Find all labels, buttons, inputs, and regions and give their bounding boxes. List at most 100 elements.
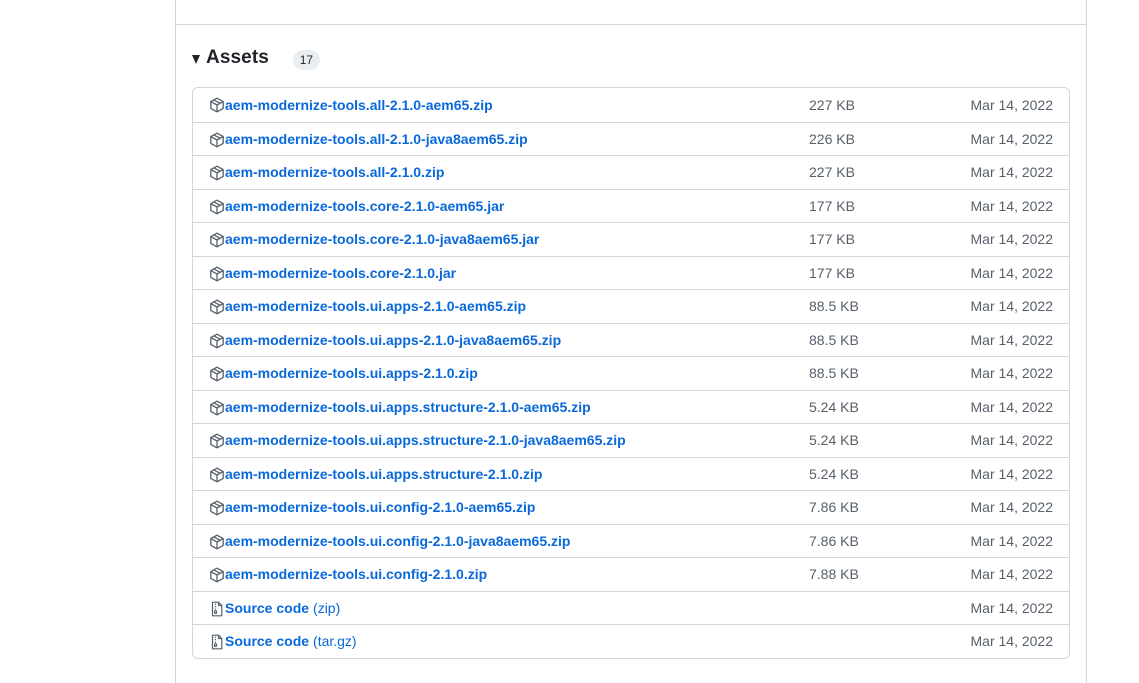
asset-row: Source code (zip) Mar 14, 2022 bbox=[193, 590, 1069, 625]
asset-date: Mar 14, 2022 bbox=[970, 633, 1054, 650]
asset-download-link[interactable]: aem-modernize-tools.ui.apps.structure-2.… bbox=[225, 458, 542, 491]
file-zip-icon bbox=[209, 634, 225, 650]
asset-name: aem-modernize-tools.ui.config-2.1.0-java… bbox=[225, 532, 571, 549]
assets-title: Assets bbox=[206, 47, 269, 68]
package-icon bbox=[209, 299, 225, 315]
package-icon bbox=[209, 567, 225, 583]
asset-name: aem-modernize-tools.core-2.1.0.jar bbox=[225, 264, 457, 281]
asset-row: Source code (tar.gz) Mar 14, 2022 bbox=[193, 624, 1069, 658]
package-icon bbox=[209, 500, 225, 516]
asset-name: aem-modernize-tools.ui.apps-2.1.0.zip bbox=[225, 365, 478, 382]
asset-download-link[interactable]: Source code (tar.gz) bbox=[225, 625, 357, 658]
asset-row: aem-modernize-tools.ui.apps.structure-2.… bbox=[193, 389, 1069, 424]
asset-row: aem-modernize-tools.core-2.1.0-aem65.jar… bbox=[193, 188, 1069, 223]
asset-download-link[interactable]: aem-modernize-tools.all-2.1.0-java8aem65… bbox=[225, 123, 528, 156]
assets-toggle[interactable]: Assets 17 bbox=[192, 44, 320, 72]
asset-date: Mar 14, 2022 bbox=[970, 231, 1054, 248]
asset-download-link[interactable]: Source code (zip) bbox=[225, 592, 340, 625]
asset-name: Source code bbox=[225, 599, 310, 616]
asset-name: aem-modernize-tools.ui.apps-2.1.0-java8a… bbox=[225, 331, 562, 348]
file-zip-icon bbox=[209, 601, 225, 617]
asset-size: 7.86 KB bbox=[809, 532, 859, 549]
asset-download-link[interactable]: aem-modernize-tools.ui.config-2.1.0-java… bbox=[225, 525, 570, 558]
asset-size: 88.5 KB bbox=[809, 298, 859, 315]
asset-row: aem-modernize-tools.ui.apps-2.1.0.zip 88… bbox=[193, 356, 1069, 390]
package-icon bbox=[209, 467, 225, 483]
asset-name: aem-modernize-tools.core-2.1.0-java8aem6… bbox=[225, 231, 540, 248]
asset-download-link[interactable]: aem-modernize-tools.core-2.1.0-java8aem6… bbox=[225, 223, 539, 256]
asset-download-link[interactable]: aem-modernize-tools.ui.config-2.1.0.zip bbox=[225, 558, 487, 591]
asset-row: aem-modernize-tools.all-2.1.0-java8aem65… bbox=[193, 121, 1069, 156]
asset-name: aem-modernize-tools.ui.apps-2.1.0-aem65.… bbox=[225, 298, 527, 315]
package-icon bbox=[209, 199, 225, 215]
asset-date: Mar 14, 2022 bbox=[970, 96, 1054, 113]
asset-row: aem-modernize-tools.core-2.1.0-java8aem6… bbox=[193, 222, 1069, 256]
asset-size: 177 KB bbox=[809, 231, 855, 248]
release-page: Assets 17 aem-modernize-tools.all-2.1.0-… bbox=[0, 0, 1139, 683]
asset-download-link[interactable]: aem-modernize-tools.all-2.1.0-aem65.zip bbox=[225, 88, 493, 122]
package-icon bbox=[209, 433, 225, 449]
asset-name: Source code bbox=[225, 633, 310, 650]
asset-name: aem-modernize-tools.ui.apps.structure-2.… bbox=[225, 398, 591, 415]
asset-date: Mar 14, 2022 bbox=[970, 499, 1054, 516]
asset-size: 226 KB bbox=[809, 130, 855, 147]
asset-row: aem-modernize-tools.ui.apps-2.1.0-aem65.… bbox=[193, 289, 1069, 323]
asset-size: 88.5 KB bbox=[809, 365, 859, 382]
package-icon bbox=[209, 266, 225, 282]
release-divider bbox=[175, 24, 1087, 25]
asset-date: Mar 14, 2022 bbox=[970, 298, 1054, 315]
asset-size: 7.88 KB bbox=[809, 566, 859, 583]
package-icon bbox=[209, 333, 225, 349]
asset-size: 88.5 KB bbox=[809, 331, 859, 348]
asset-name: aem-modernize-tools.all-2.1.0-aem65.zip bbox=[225, 96, 493, 113]
asset-row: aem-modernize-tools.all-2.1.0-aem65.zip … bbox=[193, 88, 1069, 122]
asset-download-link[interactable]: aem-modernize-tools.ui.config-2.1.0-aem6… bbox=[225, 491, 535, 524]
asset-size: 227 KB bbox=[809, 96, 855, 113]
asset-date: Mar 14, 2022 bbox=[970, 130, 1054, 147]
package-icon bbox=[209, 132, 225, 148]
asset-download-link[interactable]: aem-modernize-tools.all-2.1.0.zip bbox=[225, 156, 444, 189]
package-icon bbox=[209, 165, 225, 181]
asset-row: aem-modernize-tools.all-2.1.0.zip 227 KB… bbox=[193, 155, 1069, 189]
asset-download-link[interactable]: aem-modernize-tools.core-2.1.0-aem65.jar bbox=[225, 190, 504, 223]
asset-date: Mar 14, 2022 bbox=[970, 599, 1054, 616]
asset-list: aem-modernize-tools.all-2.1.0-aem65.zip … bbox=[192, 87, 1070, 659]
asset-size: 5.24 KB bbox=[809, 432, 859, 449]
package-icon bbox=[209, 400, 225, 416]
asset-size: 7.86 KB bbox=[809, 499, 859, 516]
asset-date: Mar 14, 2022 bbox=[970, 566, 1054, 583]
asset-name: aem-modernize-tools.ui.apps.structure-2.… bbox=[225, 432, 626, 449]
package-icon bbox=[209, 97, 225, 113]
asset-download-link[interactable]: aem-modernize-tools.ui.apps-2.1.0.zip bbox=[225, 357, 478, 390]
package-icon bbox=[209, 232, 225, 248]
asset-download-link[interactable]: aem-modernize-tools.ui.apps-2.1.0-aem65.… bbox=[225, 290, 526, 323]
asset-download-link[interactable]: aem-modernize-tools.ui.apps.structure-2.… bbox=[225, 424, 626, 457]
asset-name: aem-modernize-tools.all-2.1.0-java8aem65… bbox=[225, 130, 528, 147]
asset-date: Mar 14, 2022 bbox=[970, 465, 1054, 482]
asset-size: 5.24 KB bbox=[809, 465, 859, 482]
asset-name: aem-modernize-tools.ui.config-2.1.0-aem6… bbox=[225, 499, 536, 516]
asset-name: aem-modernize-tools.ui.config-2.1.0.zip bbox=[225, 566, 488, 583]
package-icon bbox=[209, 366, 225, 382]
asset-row: aem-modernize-tools.ui.config-2.1.0.zip … bbox=[193, 557, 1069, 591]
asset-date: Mar 14, 2022 bbox=[970, 331, 1054, 348]
assets-count-badge: 17 bbox=[292, 50, 320, 70]
asset-download-link[interactable]: aem-modernize-tools.core-2.1.0.jar bbox=[225, 257, 456, 290]
asset-download-link[interactable]: aem-modernize-tools.ui.apps.structure-2.… bbox=[225, 391, 591, 424]
asset-date: Mar 14, 2022 bbox=[970, 264, 1054, 281]
asset-row: aem-modernize-tools.core-2.1.0.jar 177 K… bbox=[193, 255, 1069, 290]
asset-date: Mar 14, 2022 bbox=[970, 398, 1054, 415]
asset-row: aem-modernize-tools.ui.apps-2.1.0-java8a… bbox=[193, 322, 1069, 357]
asset-name: aem-modernize-tools.all-2.1.0.zip bbox=[225, 164, 445, 181]
asset-row: aem-modernize-tools.ui.apps.structure-2.… bbox=[193, 456, 1069, 491]
asset-date: Mar 14, 2022 bbox=[970, 432, 1054, 449]
asset-size: 177 KB bbox=[809, 197, 855, 214]
asset-name-suffix: (zip) bbox=[313, 599, 341, 616]
caret-down-icon[interactable] bbox=[192, 55, 200, 64]
asset-download-link[interactable]: aem-modernize-tools.ui.apps-2.1.0-java8a… bbox=[225, 324, 561, 357]
package-icon bbox=[209, 534, 225, 550]
asset-name-suffix: (tar.gz) bbox=[313, 633, 357, 650]
asset-date: Mar 14, 2022 bbox=[970, 164, 1054, 181]
asset-row: aem-modernize-tools.ui.config-2.1.0-java… bbox=[193, 523, 1069, 558]
asset-size: 177 KB bbox=[809, 264, 855, 281]
